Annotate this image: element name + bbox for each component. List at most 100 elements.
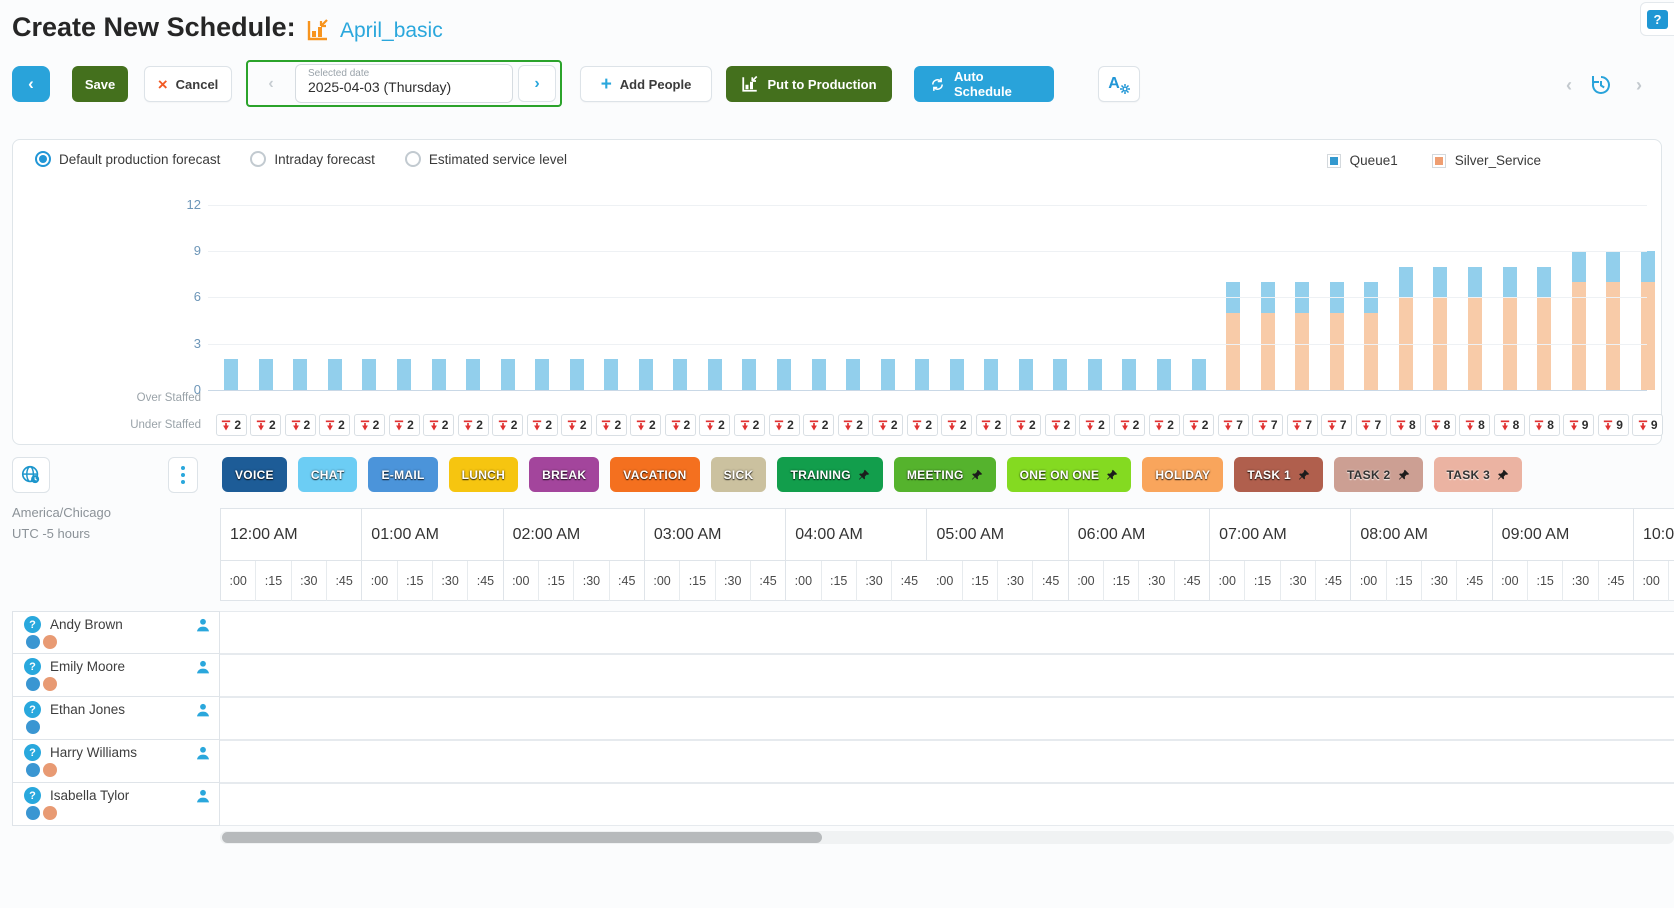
under-staffed-cell: 2 <box>732 414 767 436</box>
queue1-bar-segment <box>362 359 376 390</box>
dot-icon <box>181 480 185 484</box>
under-staffed-arrow-icon <box>1327 420 1337 431</box>
activity-task-3[interactable]: TASK 3 <box>1434 457 1523 492</box>
schedule-row-cells[interactable] <box>220 740 1674 783</box>
radio-label: Intraday forecast <box>274 152 375 167</box>
quarter-cell: :00 <box>221 561 256 601</box>
scrollbar-thumb[interactable] <box>222 832 822 843</box>
hour-column: 10:00 AM:00:15:30:45 <box>1634 508 1674 601</box>
person-icon[interactable] <box>195 702 211 718</box>
timezone-globe-button[interactable] <box>12 457 50 493</box>
under-staffed-badge: 9 <box>1563 414 1594 436</box>
queue1-bar-segment <box>1088 359 1102 390</box>
put-to-production-button[interactable]: Put to Production <box>726 66 892 102</box>
under-staffed-cell: 2 <box>663 414 698 436</box>
radio-default-production-forecast[interactable]: Default production forecast <box>35 151 220 167</box>
hour-column: 07:00 AM:00:15:30:45 <box>1210 508 1351 601</box>
activity-meeting[interactable]: MEETING <box>894 457 996 492</box>
under-staffed-value: 8 <box>1513 418 1520 432</box>
activity-sick[interactable]: SICK <box>711 457 767 492</box>
employee-card[interactable]: ?Ethan Jones <box>12 697 220 740</box>
under-staffed-badge: 2 <box>319 414 350 436</box>
under-staffed-cell: 2 <box>387 414 422 436</box>
under-staffed-cell: 2 <box>318 414 353 436</box>
under-staffed-cell: 9 <box>1630 414 1665 436</box>
history-forward-icon[interactable]: › <box>1626 72 1652 98</box>
schedule-row-cells[interactable] <box>220 697 1674 740</box>
quarter-cell: :30 <box>433 561 468 601</box>
cancel-button[interactable]: × Cancel <box>144 66 232 102</box>
queue-membership-dots <box>26 763 211 777</box>
dot-icon <box>181 473 185 477</box>
radio-estimated-service-level[interactable]: Estimated service level <box>405 151 567 167</box>
schedule-name-link[interactable]: April_basic <box>340 19 443 43</box>
history-back-icon[interactable]: ‹ <box>1556 72 1582 98</box>
under-staffed-badge: 7 <box>1252 414 1283 436</box>
activity-task-1[interactable]: TASK 1 <box>1234 457 1323 492</box>
employee-card[interactable]: ?Isabella Tylor <box>12 783 220 826</box>
radio-intraday-forecast[interactable]: Intraday forecast <box>250 151 375 167</box>
employee-card[interactable]: ?Harry Williams <box>12 740 220 783</box>
legend-item-queue1[interactable]: Queue1 <box>1327 153 1398 168</box>
queue1-bar-segment <box>259 359 273 390</box>
activity-legend: VOICE CHAT E-MAIL LUNCH BREAK VACATION SICK TRA… <box>222 457 1522 492</box>
activity-task-2[interactable]: TASK 2 <box>1334 457 1423 492</box>
quarter-cell: :30 <box>998 561 1033 601</box>
activity-break[interactable]: BREAK <box>529 457 599 492</box>
under-staffed-badge: 2 <box>423 414 454 436</box>
activity-label: VACATION <box>623 468 686 482</box>
quarter-cell: :00 <box>927 561 962 601</box>
person-icon[interactable] <box>195 745 211 761</box>
activity-holiday[interactable]: HOLIDAY <box>1142 457 1223 492</box>
add-people-button[interactable]: + Add People <box>580 66 712 102</box>
back-button[interactable]: ‹ <box>12 66 50 102</box>
activity-label: TASK 1 <box>1247 468 1291 482</box>
under-staffed-badge: 2 <box>527 414 558 436</box>
legend-item-silver_service[interactable]: Silver_Service <box>1432 153 1541 168</box>
under-staffed-badge: 2 <box>561 414 592 436</box>
activity-voice[interactable]: VOICE <box>222 457 287 492</box>
schedule-row-cells[interactable] <box>220 611 1674 654</box>
next-date-button[interactable]: › <box>518 65 556 102</box>
under-staffed-cell: 2 <box>1009 414 1044 436</box>
activity-e-mail[interactable]: E-MAIL <box>368 457 437 492</box>
schedule-row: ?Ethan Jones <box>0 697 1674 740</box>
production-chart-icon <box>741 75 759 93</box>
under-staffed-cell: 8 <box>1492 414 1527 436</box>
employee-card[interactable]: ?Andy Brown <box>12 611 220 654</box>
previous-date-button[interactable]: ‹ <box>252 65 290 102</box>
activity-one-on-one[interactable]: ONE ON ONE <box>1007 457 1132 492</box>
under-staffed-badge: 2 <box>216 414 247 436</box>
activity-lunch[interactable]: LUNCH <box>449 457 519 492</box>
activity-label: HOLIDAY <box>1155 468 1210 482</box>
help-button[interactable]: ? <box>1640 2 1674 36</box>
schedule-row-cells[interactable] <box>220 783 1674 826</box>
queue1-bar-segment <box>501 359 515 390</box>
under-staffed-arrow-icon <box>1120 420 1130 431</box>
auto-schedule-button[interactable]: Auto Schedule <box>914 66 1054 102</box>
save-button[interactable]: Save <box>72 66 128 102</box>
person-icon[interactable] <box>195 617 211 633</box>
history-clock-icon[interactable] <box>1588 72 1614 98</box>
activity-training[interactable]: TRAINING <box>777 457 882 492</box>
under-staffed-badge: 2 <box>803 414 834 436</box>
activities-menu-button[interactable] <box>168 457 198 493</box>
under-staffed-badge: 2 <box>941 414 972 436</box>
selected-date-field[interactable]: Selected date 2025-04-03 (Thursday) <box>295 64 513 103</box>
activity-vacation[interactable]: VACATION <box>610 457 699 492</box>
horizontal-scrollbar[interactable] <box>220 831 1674 844</box>
queue1-bar-segment <box>1433 267 1447 298</box>
silver-service-bar-segment <box>1330 313 1344 390</box>
activity-chat[interactable]: CHAT <box>298 457 358 492</box>
quarter-cell: :45 <box>1033 561 1068 601</box>
auto-refresh-icon <box>929 76 946 93</box>
under-staffed-badge: 2 <box>1149 414 1180 436</box>
schedule-row: ?Andy Brown <box>0 611 1674 654</box>
person-icon[interactable] <box>195 659 211 675</box>
employee-card[interactable]: ?Emily Moore <box>12 654 220 697</box>
person-icon[interactable] <box>195 788 211 804</box>
schedule-row-cells[interactable] <box>220 654 1674 697</box>
queue1-bar-segment <box>812 359 826 390</box>
agent-settings-button[interactable]: A <box>1098 66 1140 102</box>
quarter-cell: :45 <box>1457 561 1492 601</box>
